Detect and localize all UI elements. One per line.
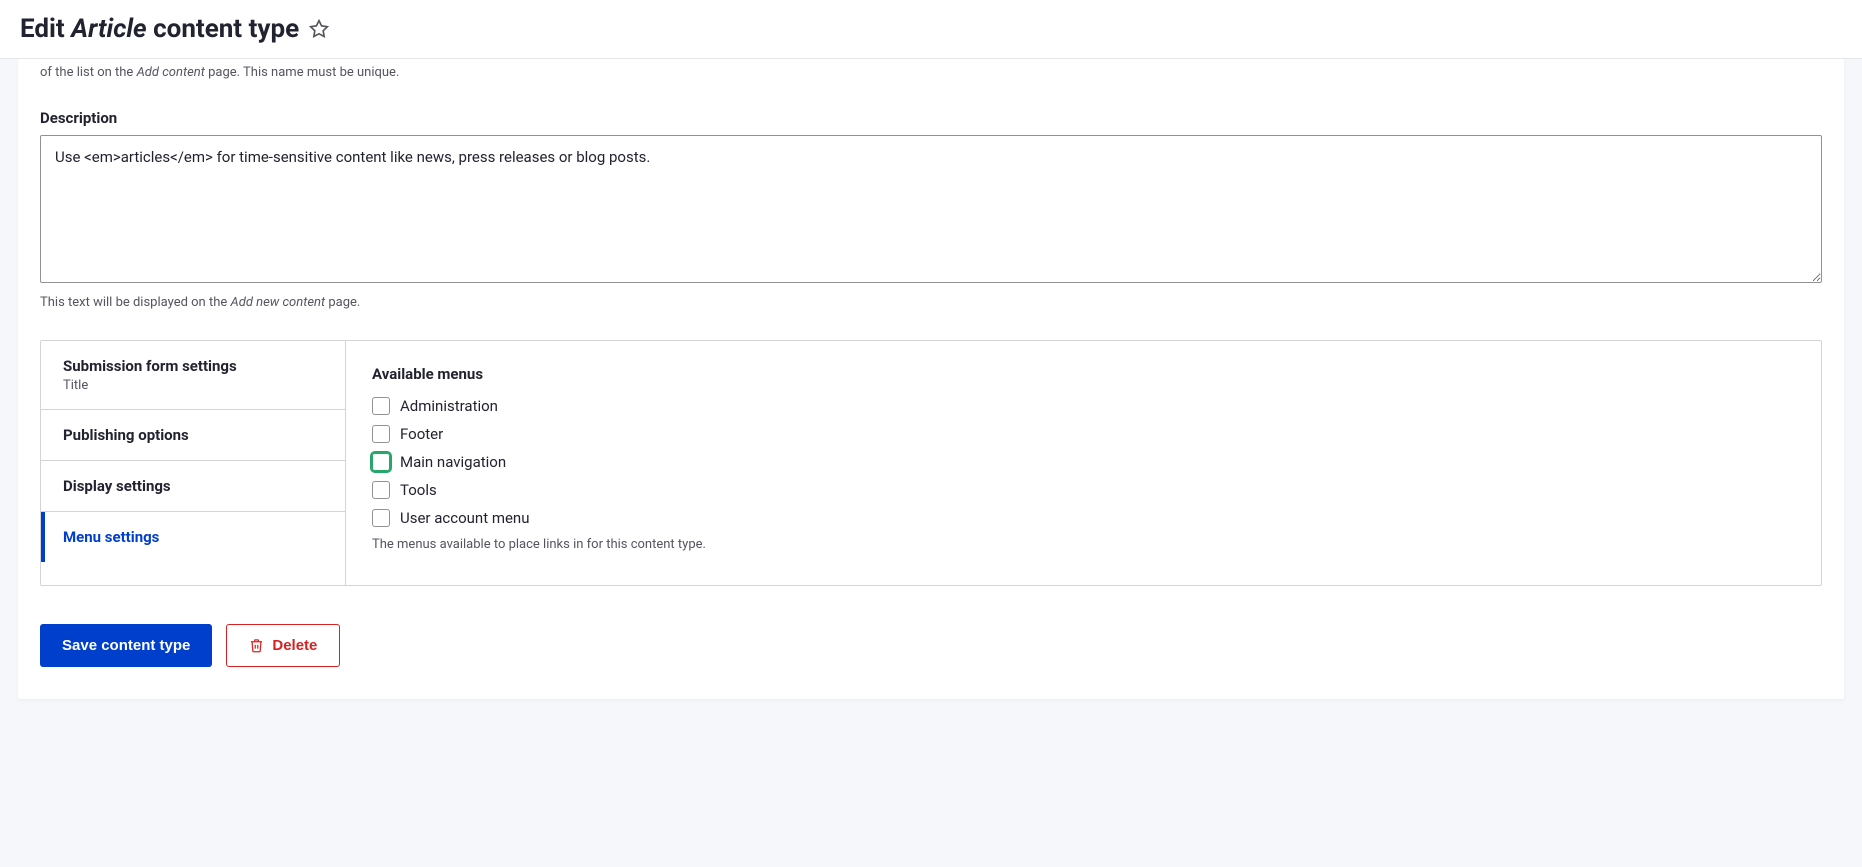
checkbox-footer[interactable] xyxy=(372,425,390,443)
checkbox-tools[interactable] xyxy=(372,481,390,499)
page-header: Edit Article content type xyxy=(0,0,1862,59)
tab-label: Submission form settings xyxy=(63,357,323,375)
trash-icon xyxy=(249,638,264,653)
available-menus-help: The menus available to place links in fo… xyxy=(372,537,1795,552)
checkbox-row-tools: Tools xyxy=(372,481,1795,499)
checkbox-label: Main navigation xyxy=(400,453,506,471)
star-icon[interactable] xyxy=(309,19,329,39)
form-actions: Save content type Delete xyxy=(40,624,1822,667)
description-help: This text will be displayed on the Add n… xyxy=(40,295,1822,310)
name-help-text: of the list on the Add content page. Thi… xyxy=(40,59,1822,83)
page-title: Edit Article content type xyxy=(20,14,1842,44)
main-panel: of the list on the Add content page. Thi… xyxy=(18,59,1844,699)
tab-menu-settings[interactable]: Menu settings xyxy=(41,512,345,562)
checkbox-row-administration: Administration xyxy=(372,397,1795,415)
page-title-prefix: Edit xyxy=(20,14,71,44)
vertical-tabs-nav: Submission form settings Title Publishin… xyxy=(41,341,346,585)
checkbox-user-account-menu[interactable] xyxy=(372,509,390,527)
save-button-label: Save content type xyxy=(62,637,190,654)
save-button[interactable]: Save content type xyxy=(40,624,212,667)
tab-summary: Title xyxy=(63,378,323,393)
tab-label: Publishing options xyxy=(63,426,323,444)
checkbox-label: Administration xyxy=(400,397,498,415)
tab-label: Display settings xyxy=(63,477,323,495)
checkbox-administration[interactable] xyxy=(372,397,390,415)
checkbox-label: Footer xyxy=(400,425,443,443)
checkbox-row-footer: Footer xyxy=(372,425,1795,443)
delete-button[interactable]: Delete xyxy=(226,624,340,667)
tab-publishing-options[interactable]: Publishing options xyxy=(41,410,345,461)
description-textarea[interactable] xyxy=(40,135,1822,283)
description-label: Description xyxy=(40,109,1822,127)
vertical-tabs: Submission form settings Title Publishin… xyxy=(40,340,1822,586)
checkbox-label: Tools xyxy=(400,481,437,499)
tab-submission-form-settings[interactable]: Submission form settings Title xyxy=(41,341,345,410)
tab-label: Menu settings xyxy=(63,528,323,546)
page-body: of the list on the Add content page. Thi… xyxy=(0,59,1862,729)
checkbox-row-main-navigation: Main navigation xyxy=(372,453,1795,471)
description-block: Description This text will be displayed … xyxy=(40,109,1822,310)
page-title-suffix: content type xyxy=(147,14,299,44)
delete-button-label: Delete xyxy=(272,637,317,654)
checkbox-row-user-account-menu: User account menu xyxy=(372,509,1795,527)
available-menus-legend: Available menus xyxy=(372,365,1795,383)
checkbox-main-navigation[interactable] xyxy=(372,453,390,471)
checkbox-label: User account menu xyxy=(400,509,530,527)
tab-display-settings[interactable]: Display settings xyxy=(41,461,345,512)
vertical-tabs-content: Available menus Administration Footer Ma… xyxy=(346,341,1821,585)
page-title-emph: Article xyxy=(71,14,146,44)
